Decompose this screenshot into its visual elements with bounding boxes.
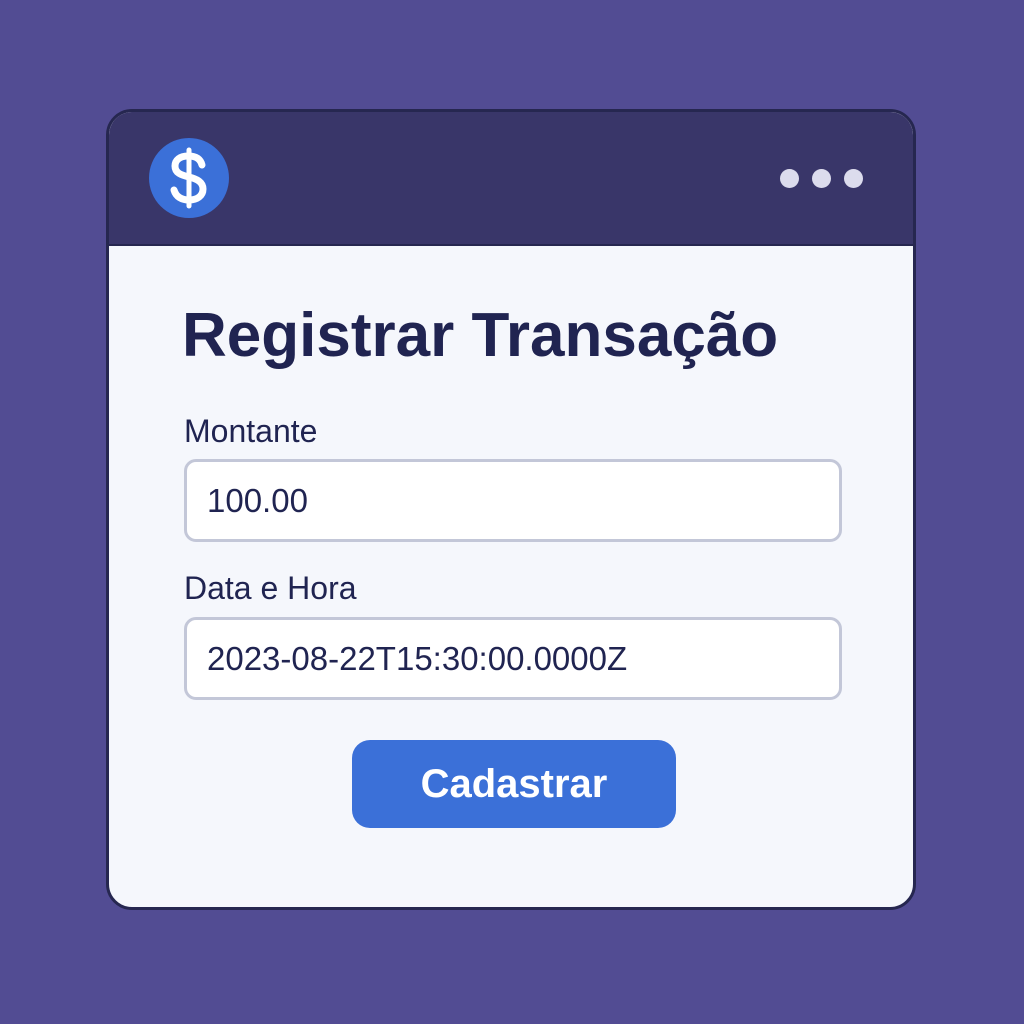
dollar-sign-icon — [149, 138, 229, 218]
amount-input[interactable] — [184, 459, 842, 542]
page-title: Registrar Transação — [182, 301, 779, 370]
title-bar — [109, 112, 913, 246]
datetime-label: Data e Hora — [184, 570, 357, 606]
more-options-button[interactable] — [780, 169, 863, 188]
amount-label: Montante — [184, 413, 318, 449]
app-window: Registrar Transação Montante Data e Hora… — [106, 109, 916, 910]
dot-icon — [844, 169, 863, 188]
dot-icon — [780, 169, 799, 188]
datetime-input[interactable] — [184, 617, 842, 700]
submit-button[interactable]: Cadastrar — [352, 740, 676, 828]
dot-icon — [812, 169, 831, 188]
